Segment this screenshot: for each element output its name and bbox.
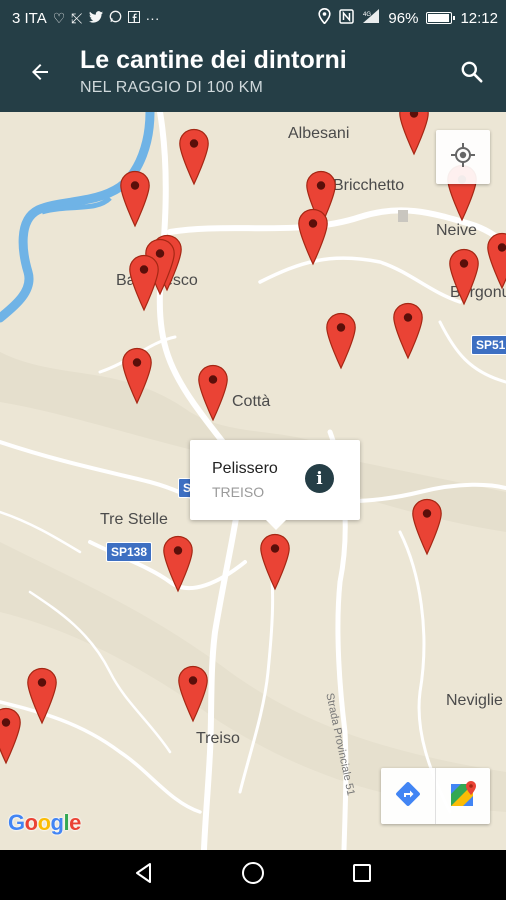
map-marker-icon bbox=[122, 347, 152, 405]
winery-pin[interactable] bbox=[178, 128, 210, 186]
map-view[interactable]: Albesani Bricchetto Neive Barbaresco Bor… bbox=[0, 112, 506, 850]
winery-pin[interactable] bbox=[325, 312, 357, 370]
map-marker-icon bbox=[326, 312, 356, 370]
winery-info-window[interactable]: Pelissero TREISO i bbox=[190, 440, 360, 530]
place-label: Neviglie bbox=[446, 692, 503, 709]
winery-pin[interactable] bbox=[119, 170, 151, 228]
winery-pin[interactable] bbox=[411, 498, 443, 556]
map-marker-icon bbox=[399, 112, 429, 156]
google-logo: Google bbox=[8, 810, 81, 835]
page-subtitle: NEL RAGGIO DI 100 KM bbox=[80, 79, 264, 96]
missed-call-icon: ⤪ bbox=[71, 9, 83, 26]
winery-pin-selected[interactable] bbox=[259, 533, 291, 591]
nav-recents-button[interactable] bbox=[342, 855, 382, 895]
back-triangle-icon bbox=[133, 862, 155, 889]
location-icon bbox=[318, 7, 332, 28]
nav-home-button[interactable] bbox=[233, 855, 273, 895]
my-location-button[interactable] bbox=[436, 130, 490, 184]
map-marker-icon bbox=[120, 170, 150, 228]
map-marker-icon bbox=[449, 248, 479, 306]
map-marker-icon bbox=[179, 128, 209, 186]
winery-pin[interactable] bbox=[128, 254, 160, 312]
whatsapp-icon bbox=[109, 10, 122, 26]
directions-button[interactable] bbox=[381, 768, 435, 824]
road-shield: SP138 bbox=[106, 542, 153, 562]
search-icon bbox=[459, 59, 485, 90]
map-marker-icon bbox=[260, 533, 290, 591]
map-marker-icon bbox=[487, 232, 506, 290]
info-icon[interactable]: i bbox=[305, 464, 334, 493]
app-bar: Le cantine dei dintorni NEL RAGGIO DI 10… bbox=[0, 36, 506, 112]
arrow-back-icon bbox=[28, 60, 52, 89]
winery-pin[interactable] bbox=[297, 208, 329, 266]
map-marker-icon bbox=[163, 535, 193, 593]
place-label: Tre Stelle bbox=[100, 511, 168, 528]
battery-fill bbox=[428, 14, 449, 22]
back-button[interactable] bbox=[18, 54, 62, 94]
map-toolbar bbox=[381, 768, 490, 824]
nfc-icon bbox=[339, 8, 355, 28]
home-circle-icon bbox=[241, 861, 265, 890]
winery-location: TREISO bbox=[212, 484, 265, 500]
winery-pin[interactable] bbox=[486, 232, 506, 290]
map-marker-icon bbox=[178, 665, 208, 723]
battery-percent: 96% bbox=[388, 9, 419, 27]
winery-pin[interactable] bbox=[162, 535, 194, 593]
winery-pin[interactable] bbox=[398, 112, 430, 156]
map-marker-icon bbox=[393, 302, 423, 360]
winery-pin[interactable] bbox=[197, 364, 229, 422]
winery-name: Pelissero bbox=[212, 460, 278, 477]
place-label: Bricchetto bbox=[333, 177, 405, 194]
signal-icon: 4G bbox=[362, 8, 380, 28]
map-marker-icon bbox=[412, 498, 442, 556]
place-label: Neive bbox=[436, 222, 477, 239]
nav-back-button[interactable] bbox=[124, 855, 164, 895]
recents-square-icon bbox=[351, 862, 373, 889]
svg-text:4G: 4G bbox=[363, 12, 371, 18]
my-location-icon bbox=[450, 142, 476, 173]
winery-pin[interactable] bbox=[121, 347, 153, 405]
twitter-icon bbox=[88, 10, 103, 26]
system-nav-bar bbox=[0, 850, 506, 900]
winery-pin[interactable] bbox=[0, 707, 22, 765]
facebook-icon bbox=[127, 10, 140, 26]
carrier-label: 3 ITA bbox=[12, 9, 47, 27]
place-label: Treiso bbox=[196, 730, 240, 747]
map-marker-icon bbox=[298, 208, 328, 266]
google-maps-icon bbox=[448, 779, 478, 814]
more-icon: ··· bbox=[145, 10, 160, 26]
heart-icon: ♡ bbox=[52, 9, 66, 26]
winery-pin[interactable] bbox=[392, 302, 424, 360]
winery-pin[interactable] bbox=[448, 248, 480, 306]
clock: 12:12 bbox=[460, 9, 498, 27]
map-marker-icon bbox=[198, 364, 228, 422]
map-marker-icon bbox=[129, 254, 159, 312]
winery-pin[interactable] bbox=[177, 665, 209, 723]
map-marker-icon bbox=[27, 667, 57, 725]
open-google-maps-button[interactable] bbox=[435, 768, 489, 824]
status-bar: 3 ITA ♡ ⤪ ··· 4G 96% 12:12 bbox=[0, 0, 506, 36]
directions-icon bbox=[394, 780, 422, 813]
search-button[interactable] bbox=[450, 54, 494, 94]
page-title: Le cantine dei dintorni bbox=[80, 46, 347, 74]
winery-pin[interactable] bbox=[26, 667, 58, 725]
map-marker-icon bbox=[0, 707, 21, 765]
road-shield: SP51 bbox=[471, 335, 506, 355]
place-label: Cottà bbox=[232, 393, 271, 410]
place-label: Albesani bbox=[288, 125, 350, 142]
battery-icon bbox=[426, 12, 456, 24]
